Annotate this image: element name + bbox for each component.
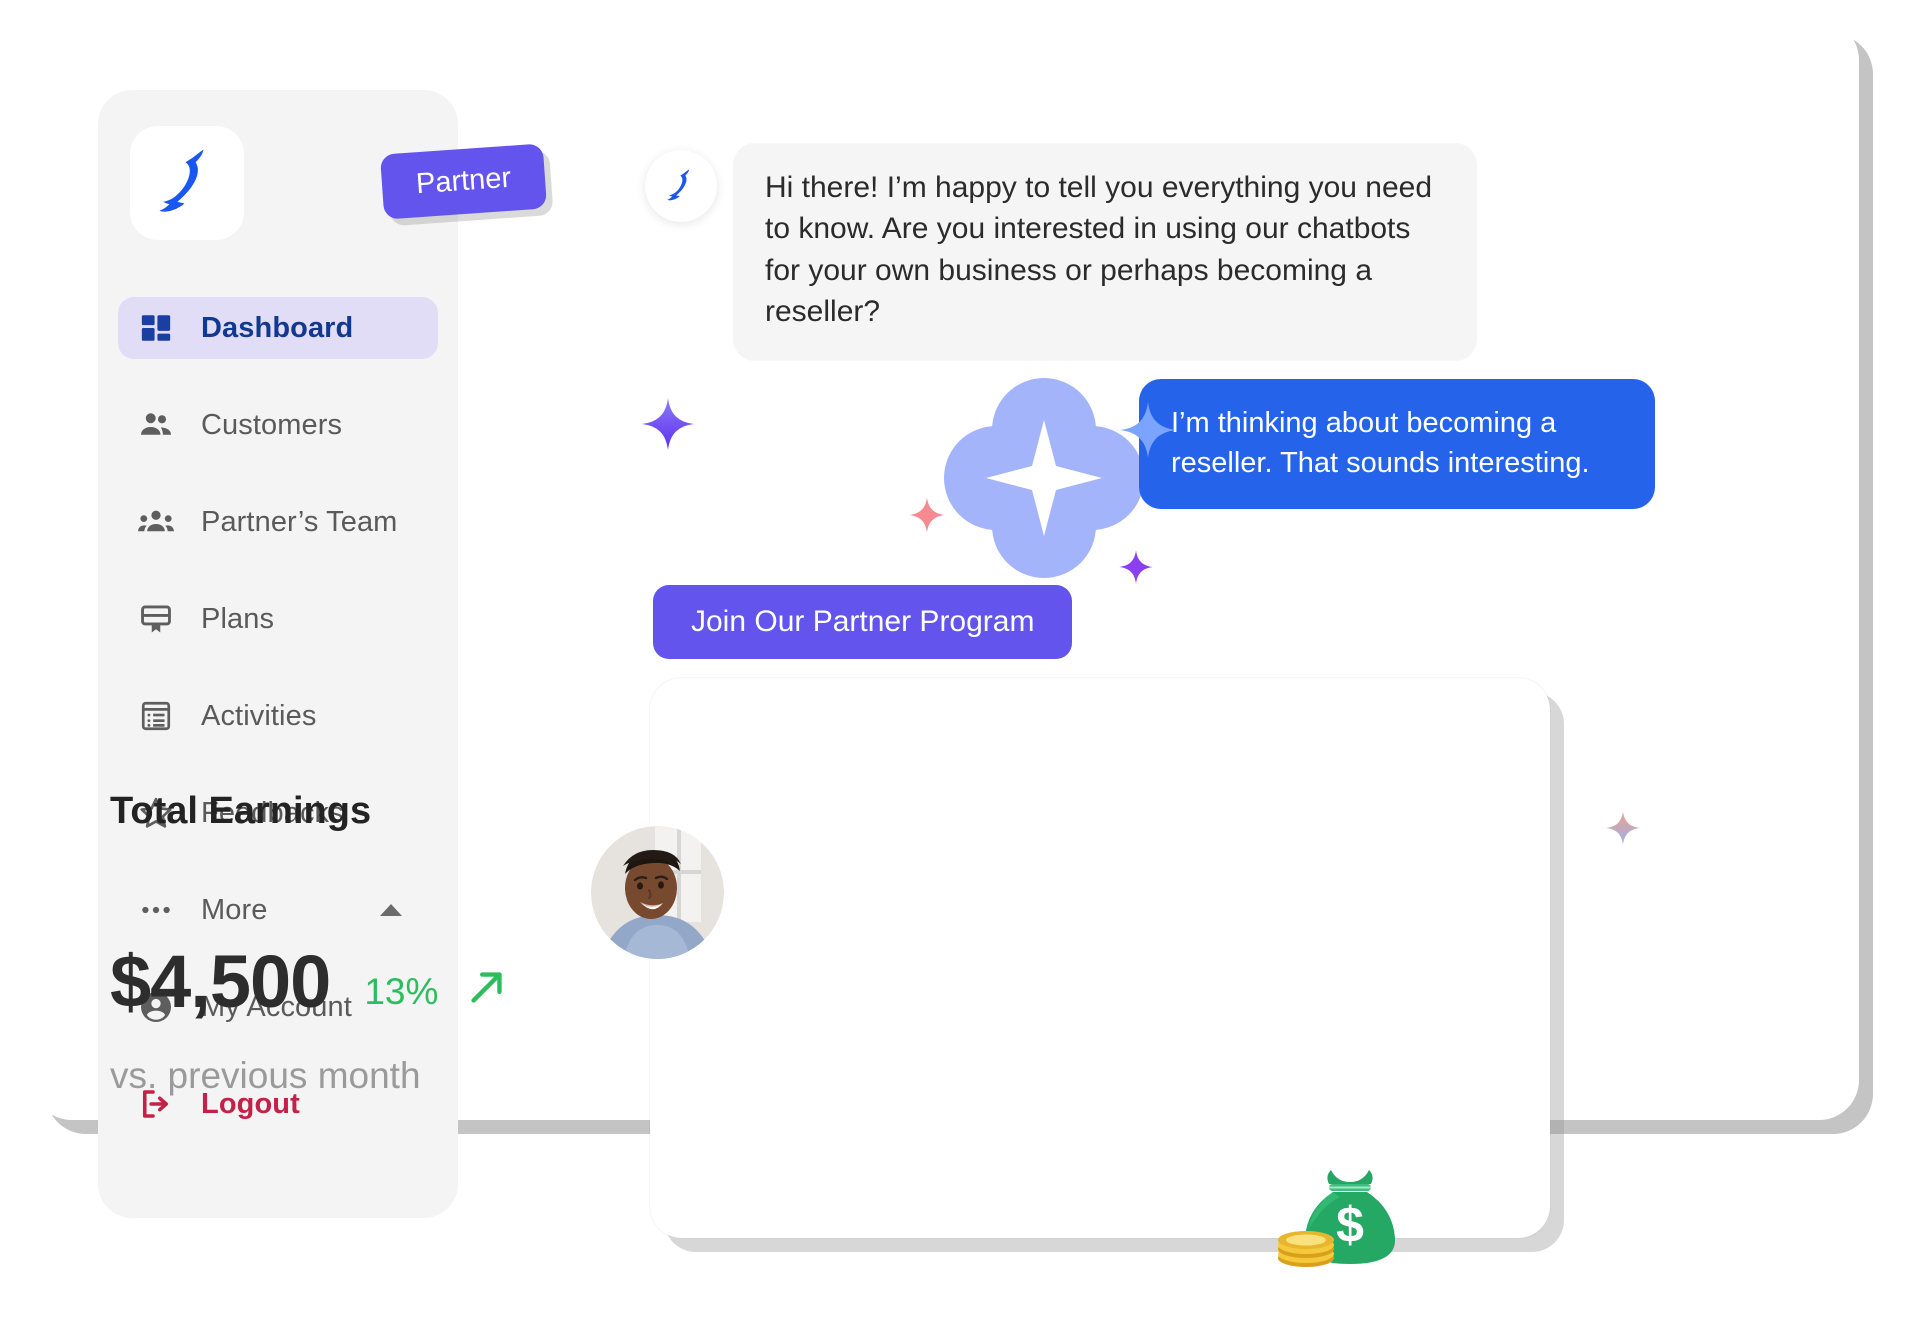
list-activities-icon — [137, 697, 175, 735]
partner-badge[interactable]: Partner — [379, 143, 548, 220]
dashboard-grid-icon — [137, 309, 175, 347]
sidebar-item-more[interactable]: More — [118, 879, 438, 941]
money-bag-icon: $ — [1275, 1160, 1425, 1285]
bot-avatar — [645, 150, 717, 222]
sidebar-item-label: Customers — [201, 408, 343, 441]
trend-up-arrow-icon — [464, 964, 510, 1015]
sparkle-purple-icon — [1118, 549, 1154, 590]
chat-bubble-bot: Hi there! I’m happy to tell you everythi… — [733, 143, 1477, 361]
sidebar-item-label: Activities — [201, 699, 317, 732]
sidebar-item-partners-team[interactable]: Partner’s Team — [118, 491, 438, 553]
chat-bubble-user: I’m thinking about becoming a reseller. … — [1139, 379, 1655, 510]
sidebar-item-label: Partner’s Team — [201, 505, 398, 538]
penguin-logo-icon — [156, 145, 218, 221]
sparkle-violet-icon — [640, 396, 696, 457]
sidebar-item-label: Plans — [201, 602, 275, 635]
ellipsis-icon — [137, 891, 175, 929]
sidebar: Dashboard Customers Partner’s Team Plans… — [98, 90, 458, 1218]
svg-text:$: $ — [1336, 1197, 1364, 1253]
sidebar-item-activities[interactable]: Activities — [118, 685, 438, 747]
sidebar-item-plans[interactable]: Plans — [118, 588, 438, 650]
chevron-up-icon[interactable] — [380, 904, 402, 916]
sidebar-item-dashboard[interactable]: Dashboard — [118, 297, 438, 359]
sidebar-item-label: Dashboard — [201, 311, 354, 344]
sparkle-pink-icon — [908, 496, 946, 539]
ai-clover-shape — [944, 378, 1144, 578]
sidebar-item-label: More — [201, 893, 268, 926]
sparkle-gradient-icon — [1605, 810, 1641, 851]
app-logo-tile[interactable] — [130, 126, 244, 240]
people-icon — [137, 406, 175, 444]
earnings-value-row: $4,500 13% — [110, 945, 510, 1019]
plans-card-icon — [137, 600, 175, 638]
total-earnings-card — [650, 678, 1550, 1238]
user-photo-avatar — [591, 826, 724, 959]
sparkle-blue-icon — [1118, 400, 1178, 465]
penguin-logo-icon — [666, 167, 696, 205]
earnings-card-title: Total Earnings — [110, 790, 372, 832]
sidebar-nav: Dashboard Customers Partner’s Team Plans… — [98, 297, 458, 1170]
earnings-value: $4,500 — [110, 940, 331, 1023]
screenshot-root: Dashboard Customers Partner’s Team Plans… — [0, 0, 1913, 1326]
sidebar-item-customers[interactable]: Customers — [118, 394, 438, 456]
join-partner-program-button[interactable]: Join Our Partner Program — [653, 585, 1073, 659]
earnings-comparison-label: vs. previous month — [110, 1055, 421, 1096]
earnings-change-percent: 13% — [364, 971, 439, 1012]
group-people-icon — [137, 503, 175, 541]
